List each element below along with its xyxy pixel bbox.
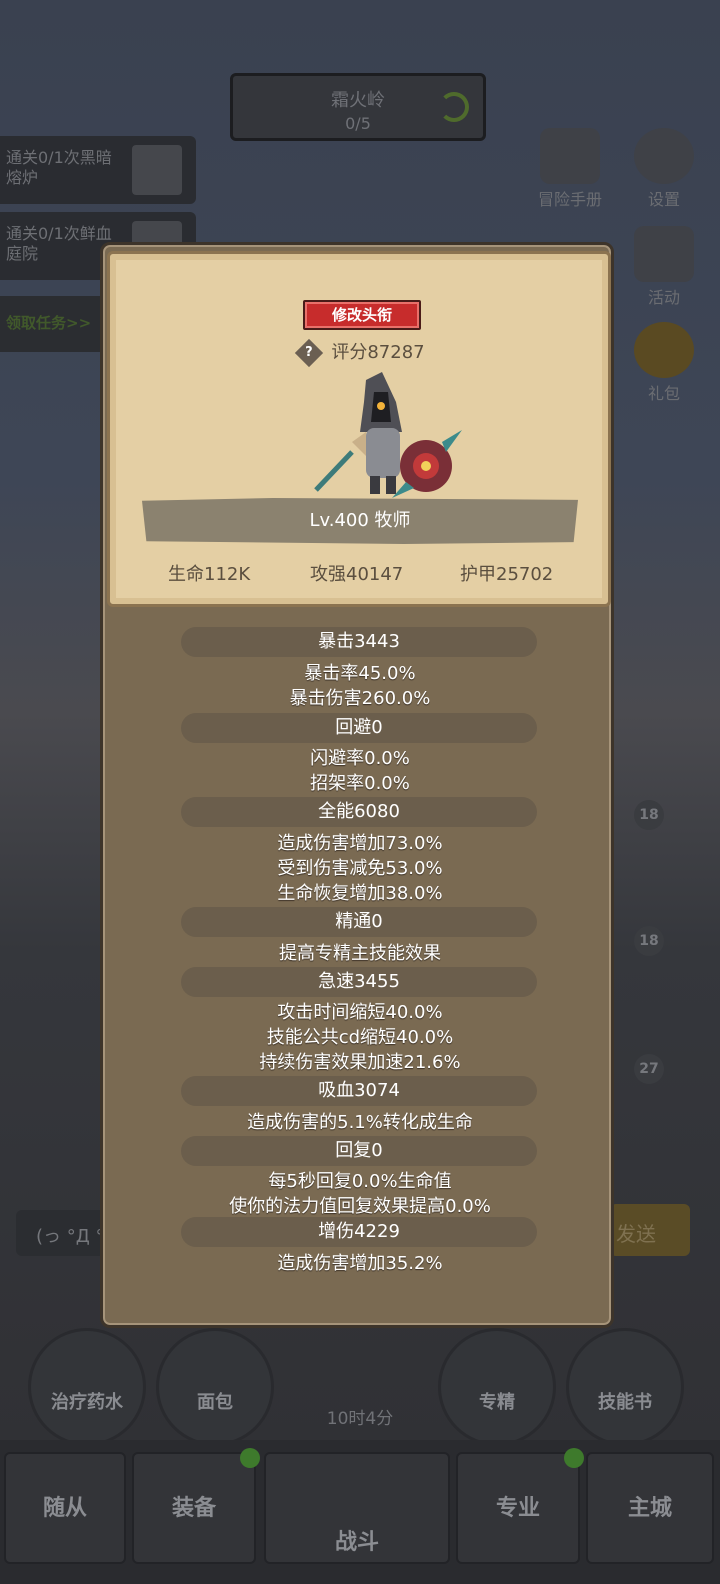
nav-battle-label: 战斗: [334, 1530, 379, 1555]
stat-line: 技能公共cd缩短40.0%: [266, 1027, 454, 1048]
spec-slot[interactable]: [438, 1328, 556, 1446]
stat-line: 招架率0.0%: [310, 773, 410, 794]
level-badge: 18: [634, 800, 664, 830]
gift-button[interactable]: 礼包: [624, 322, 704, 404]
send-button[interactable]: 发送: [610, 1204, 690, 1256]
stat-header-mastery: 精通0: [181, 907, 537, 937]
potion-slot[interactable]: [28, 1328, 146, 1446]
notification-dot: [564, 1448, 584, 1468]
stat-line: 造成伤害增加73.0%: [277, 833, 443, 854]
armor-stat: 护甲25702: [460, 564, 554, 585]
stat-line: 提高专精主技能效果: [279, 943, 441, 964]
stat-line: 造成伤害的5.1%转化成生命: [247, 1112, 473, 1133]
stat-line: 暴击伤害260.0%: [289, 688, 431, 709]
stat-header-lifesteal: 吸血3074: [181, 1076, 537, 1106]
chest-timer: 10时4分: [326, 1409, 394, 1429]
score-row: ? 评分87287: [110, 338, 614, 368]
adventure-manual-label: 冒险手册: [537, 190, 602, 209]
nav-profession-label: 专业: [495, 1496, 540, 1521]
stat-header-regen: 回复0: [181, 1136, 537, 1166]
main-stats-row: 生命112K 攻强40147 护甲25702: [110, 560, 614, 590]
exclamation-icon: [132, 145, 182, 195]
gift-coin-icon: [634, 322, 694, 378]
stat-line: 受到伤害减免53.0%: [277, 858, 443, 879]
gear-icon: [634, 128, 694, 184]
calendar-icon: [634, 226, 694, 282]
stat-line: 造成伤害增加35.2%: [277, 1253, 443, 1274]
nav-profession[interactable]: 专业: [456, 1448, 584, 1564]
quest-text: 通关0/1次黑暗熔炉: [6, 148, 112, 187]
refresh-icon[interactable]: [439, 92, 469, 122]
nav-equipment-label: 装备: [171, 1496, 216, 1521]
character-stats-dialog: 修改头衔 ? 评分87287 Lv.400 牧师 生命112K 攻强40147 护…: [100, 242, 614, 1328]
book-icon: [540, 128, 600, 184]
stat-line: 暴击率45.0%: [304, 663, 416, 684]
potion-label: 治疗药水: [51, 1392, 123, 1413]
spec-label: 专精: [479, 1392, 515, 1413]
quest-item[interactable]: 通关0/1次黑暗熔炉: [0, 136, 196, 204]
skillbook-slot[interactable]: [566, 1328, 684, 1446]
adventure-manual-button[interactable]: 冒险手册: [530, 128, 610, 210]
stat-header-versatility: 全能6080: [181, 797, 537, 827]
profile-card: 修改头衔 ? 评分87287 Lv.400 牧师 生命112K 攻强40147 护…: [107, 251, 611, 607]
attack-stat: 攻强40147: [310, 564, 404, 585]
stat-header-damage-bonus: 增伤4229: [181, 1217, 537, 1247]
notification-dot: [240, 1448, 260, 1468]
activity-label: 活动: [647, 288, 680, 307]
bread-label: 面包: [197, 1392, 233, 1413]
nav-battle[interactable]: 战斗: [264, 1452, 450, 1564]
settings-label: 设置: [647, 190, 680, 209]
stat-header-avoidance: 回避0: [181, 713, 537, 743]
hp-stat: 生命112K: [168, 564, 251, 585]
bottom-nav: 随从 装备 战斗 专业 主城: [0, 1440, 720, 1584]
stat-line: 每5秒回复0.0%生命值: [268, 1171, 452, 1192]
claim-quest-link[interactable]: 领取任务>>: [0, 296, 108, 352]
help-icon[interactable]: ?: [295, 338, 324, 368]
bread-slot[interactable]: [156, 1328, 274, 1446]
stage-info[interactable]: 霜火岭 0/5: [230, 73, 486, 141]
settings-button[interactable]: 设置: [624, 128, 704, 210]
activity-button[interactable]: 活动: [624, 226, 704, 308]
stat-line: 闪避率0.0%: [310, 748, 410, 769]
nav-city[interactable]: 主城: [586, 1452, 714, 1564]
priest-avatar: [314, 372, 462, 498]
chat-input[interactable]: (っ °Д °: [16, 1210, 108, 1256]
rename-title-button[interactable]: 修改头衔: [303, 300, 421, 330]
nav-equipment[interactable]: 装备: [132, 1448, 260, 1564]
gift-label: 礼包: [647, 384, 680, 403]
level-badge: 27: [634, 1054, 664, 1084]
stat-line: 生命恢复增加38.0%: [277, 883, 443, 904]
skillbook-label: 技能书: [598, 1392, 652, 1413]
stat-line: 使你的法力值回复效果提高0.0%: [229, 1196, 491, 1217]
level-class-bar: Lv.400 牧师: [142, 498, 578, 544]
stat-header-haste: 急速3455: [181, 967, 537, 997]
stat-line: 持续伤害效果加速21.6%: [259, 1052, 461, 1073]
stat-header-crit: 暴击3443: [181, 627, 537, 657]
stat-line: 攻击时间缩短40.0%: [277, 1002, 443, 1023]
score-value: 评分87287: [331, 342, 425, 363]
level-badge: 18: [634, 926, 664, 956]
nav-followers[interactable]: 随从: [4, 1452, 126, 1564]
